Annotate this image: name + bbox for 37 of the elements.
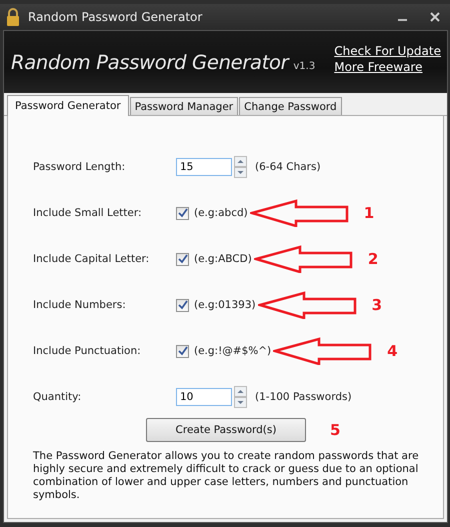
range-hint: (6-64 Chars): [255, 161, 321, 173]
annotation-number: 2: [368, 250, 378, 268]
tab[interactable]: Change Password: [239, 97, 342, 115]
header-link[interactable]: Check For Update: [334, 44, 441, 58]
annotation-number: 4: [387, 342, 398, 360]
spinner-icon[interactable]: [234, 386, 247, 408]
window-title: Random Password Generator: [28, 10, 204, 24]
range-hint: (1-100 Passwords): [255, 391, 352, 403]
number-field[interactable]: 15: [176, 158, 232, 176]
example-hint: (e.g:!@#$%^): [194, 345, 272, 357]
annotation-number: 1: [364, 204, 374, 222]
header-link[interactable]: More Freeware: [334, 60, 441, 74]
option-label: Include Capital Letter:: [33, 253, 150, 265]
create-passwords-button[interactable]: Create Password(s): [146, 418, 306, 442]
option-label: Include Small Letter:: [33, 207, 143, 219]
example-hint: (e.g:ABCD): [194, 253, 252, 265]
tab[interactable]: Password Manager: [130, 97, 238, 115]
version-label: v1.3: [293, 60, 316, 72]
close-icon[interactable]: [430, 12, 440, 22]
app-title: Random Password Generator: [11, 50, 288, 74]
annotation-number: 5: [330, 421, 340, 439]
example-hint: (e.g:abcd): [194, 207, 248, 219]
tab[interactable]: Password Generator: [7, 95, 129, 116]
spinner-icon[interactable]: [234, 156, 247, 178]
example-hint: (e.g:01393): [194, 299, 256, 311]
checkbox[interactable]: [176, 206, 189, 220]
annotation-number: 3: [372, 296, 382, 314]
checkbox[interactable]: [176, 344, 189, 358]
description-text: The Password Generator allows you to create random passwords that are highly secure and extremely difficult to crack or guess due to an optional combination of lower and upper case letters, numbers and punctuation symbols.: [33, 450, 420, 502]
option-label: Include Punctuation:: [33, 345, 142, 357]
number-field[interactable]: 10: [176, 388, 232, 406]
option-label: Quantity:: [33, 391, 82, 403]
checkbox[interactable]: [176, 252, 189, 266]
option-label: Password Length:: [33, 161, 126, 173]
option-label: Include Numbers:: [33, 299, 127, 311]
padlock-icon: [6, 8, 20, 26]
checkbox[interactable]: [176, 298, 189, 312]
